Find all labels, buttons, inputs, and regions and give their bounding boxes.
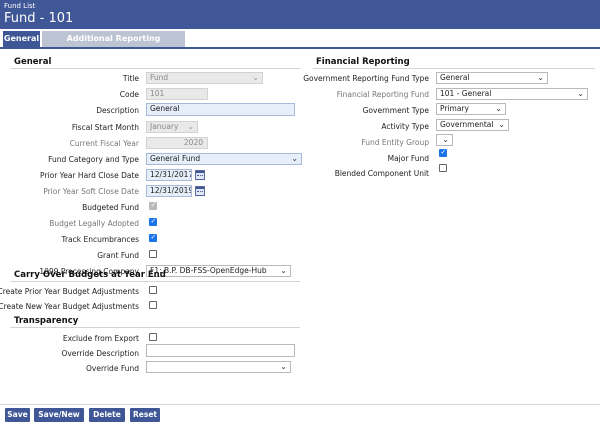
save-button[interactable]: Save	[5, 408, 30, 422]
gov-type-value: Primary	[440, 104, 469, 113]
budget-legally-adopted-label: Budget Legally Adopted	[49, 219, 139, 228]
activity-type-value: Governmental	[440, 120, 494, 129]
hard-close-label: Prior Year Hard Close Date	[40, 171, 139, 180]
gov-fund-type-value: General	[440, 73, 470, 82]
hard-close-date-input[interactable]: 12/31/2017	[146, 169, 192, 181]
prior-year-adjust-label: Create Prior Year Budget Adjustments	[0, 287, 139, 296]
title-select-value: Fund	[150, 73, 169, 82]
calendar-icon[interactable]	[195, 186, 205, 196]
override-description-label: Override Description	[61, 349, 139, 358]
save-new-button[interactable]: Save/New	[34, 408, 84, 422]
override-fund-label: Override Fund	[85, 364, 139, 373]
exclude-export-label: Exclude from Export	[62, 334, 139, 343]
gov-fund-type-select[interactable]: General ⌄	[436, 72, 548, 84]
description-input[interactable]: General	[146, 103, 295, 116]
breadcrumb[interactable]: Fund List	[4, 2, 35, 10]
chevron-down-icon: ⌄	[537, 73, 544, 82]
title-label: Title	[122, 74, 139, 83]
tab-general[interactable]: General	[3, 31, 40, 47]
chevron-down-icon: ⌄	[280, 266, 287, 275]
fund-category-label: Fund Category and Type	[48, 155, 139, 164]
fiscal-start-month-select[interactable]: January ⌄	[146, 121, 198, 133]
current-fiscal-year-label: Current Fiscal Year	[69, 139, 139, 148]
general-section-heading: General	[14, 57, 52, 67]
description-label: Description	[96, 106, 139, 115]
chevron-down-icon: ⌄	[577, 89, 584, 98]
carry-over-section-heading: Carry Over Budgets at Year End	[14, 270, 166, 280]
blended-label: Blended Component Unit	[334, 169, 429, 178]
grant-fund-label: Grant Fund	[97, 251, 139, 260]
general-divider	[10, 68, 300, 69]
tab-additional-reporting-companies[interactable]: Additional Reporting Companies	[42, 31, 185, 59]
budgeted-fund-label: Budgeted Fund	[82, 203, 139, 212]
override-fund-select[interactable]: ⌄	[146, 361, 291, 373]
fund-category-select[interactable]: General Fund ⌄	[146, 153, 302, 165]
title-select[interactable]: Fund ⌄	[146, 72, 263, 84]
fin-reporting-fund-label: Financial Reporting Fund	[336, 90, 429, 99]
page-title: Fund - 101	[4, 11, 74, 26]
page-header: Fund List Fund - 101	[0, 0, 600, 29]
blended-checkbox[interactable]: ✓	[439, 164, 447, 172]
reset-button[interactable]: Reset	[130, 408, 160, 422]
fiscal-start-month-value: January	[150, 122, 179, 131]
code-label: Code	[119, 90, 139, 99]
grant-fund-checkbox[interactable]: ✓	[149, 250, 157, 258]
footer-divider	[0, 404, 600, 405]
current-fiscal-year-field: 2020	[146, 137, 208, 149]
new-year-adjust-checkbox[interactable]: ✓	[149, 301, 157, 309]
calendar-icon[interactable]	[195, 170, 205, 180]
activity-type-label: Activity Type	[381, 122, 429, 131]
new-year-adjust-label: Create New Year Budget Adjustments	[0, 302, 139, 311]
carry-over-divider	[10, 281, 300, 282]
track-encumbrances-checkbox[interactable]: ✓	[149, 233, 157, 242]
track-encumbrances-label: Track Encumbrances	[61, 235, 139, 244]
chevron-down-icon: ⌄	[495, 104, 502, 113]
fund-entity-group-label: Fund Entity Group	[361, 138, 429, 147]
fiscal-start-month-label: Fiscal Start Month	[71, 123, 139, 132]
override-description-input[interactable]	[146, 344, 295, 357]
soft-close-label: Prior Year Soft Close Date	[43, 187, 139, 196]
fin-reporting-fund-value: 101 - General	[440, 89, 492, 98]
processing-company-value: F1: B.P. DB-FSS-OpenEdge-Hub	[150, 266, 267, 275]
fund-entity-group-select[interactable]: ⌄	[436, 134, 453, 146]
transparency-section-heading: Transparency	[14, 316, 79, 326]
chevron-down-icon: ⌄	[498, 120, 505, 129]
gov-fund-type-label: Government Reporting Fund Type	[303, 74, 429, 83]
transparency-divider	[10, 327, 300, 328]
prior-year-adjust-checkbox[interactable]: ✓	[149, 286, 157, 294]
gov-type-select[interactable]: Primary ⌄	[436, 103, 506, 115]
code-field: 101	[146, 88, 208, 100]
chevron-down-icon: ⌄	[291, 154, 298, 163]
financial-reporting-divider	[313, 68, 595, 69]
fin-reporting-fund-select[interactable]: 101 - General ⌄	[436, 88, 588, 100]
exclude-export-checkbox[interactable]: ✓	[149, 333, 157, 341]
tab-bar: General Additional Reporting Companies	[0, 31, 600, 59]
chevron-down-icon: ⌄	[442, 135, 449, 144]
chevron-down-icon: ⌄	[280, 362, 287, 371]
major-fund-checkbox[interactable]: ✓	[439, 148, 447, 157]
budget-legally-adopted-checkbox[interactable]: ✓	[149, 217, 157, 226]
financial-reporting-section-heading: Financial Reporting	[316, 57, 410, 67]
soft-close-date-input[interactable]: 12/31/2019	[146, 185, 192, 197]
gov-type-label: Government Type	[362, 106, 429, 115]
fund-category-value: General Fund	[150, 154, 201, 163]
delete-button[interactable]: Delete	[89, 408, 125, 422]
major-fund-label: Major Fund	[387, 154, 429, 163]
chevron-down-icon: ⌄	[252, 73, 259, 82]
chevron-down-icon: ⌄	[187, 122, 194, 131]
budgeted-fund-checkbox: ✓	[149, 201, 157, 210]
activity-type-select[interactable]: Governmental ⌄	[436, 119, 509, 131]
processing-company-select[interactable]: F1: B.P. DB-FSS-OpenEdge-Hub ⌄	[146, 265, 291, 277]
